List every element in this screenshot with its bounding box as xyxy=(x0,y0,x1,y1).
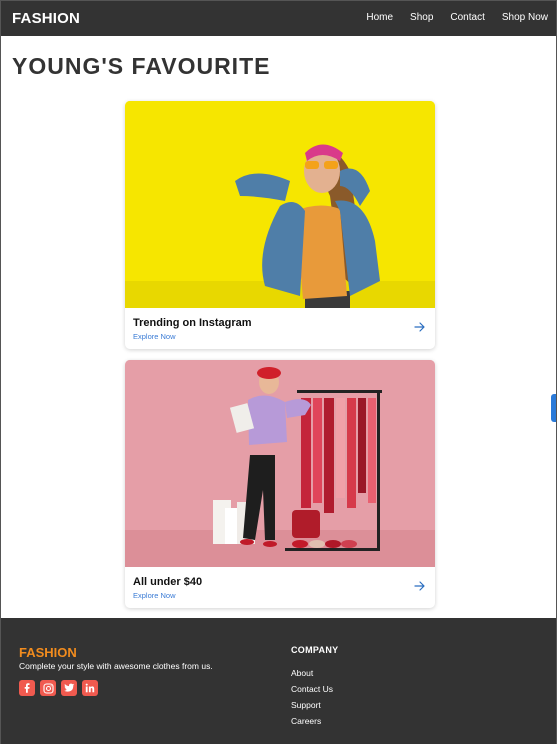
product-card-trending[interactable]: Trending on Instagram Explore Now xyxy=(125,101,435,349)
card-title: All under $40 xyxy=(133,576,203,588)
card-body: All under $40 Explore Now xyxy=(125,567,435,608)
footer-link-contact-us[interactable]: Contact Us xyxy=(291,684,333,700)
nav-contact[interactable]: Contact xyxy=(450,12,484,23)
card-title: Trending on Instagram xyxy=(133,317,252,329)
explore-now-link[interactable]: Explore Now xyxy=(133,332,176,341)
footer-tagline: Complete your style with awesome clothes… xyxy=(19,661,213,671)
explore-now-link[interactable]: Explore Now xyxy=(133,591,176,600)
linkedin-icon[interactable] xyxy=(82,680,98,696)
footer: FASHION Complete your style with awesome… xyxy=(1,618,556,744)
nav-links: Home Shop Contact Shop Now xyxy=(349,12,548,23)
product-card-under-40[interactable]: All under $40 Explore Now xyxy=(125,360,435,608)
nav-shop[interactable]: Shop xyxy=(410,12,433,23)
social-icons xyxy=(19,680,98,696)
instagram-icon[interactable] xyxy=(40,680,56,696)
card-body: Trending on Instagram Explore Now xyxy=(125,308,435,349)
navbar: FASHION Home Shop Contact Shop Now xyxy=(1,1,556,36)
page-title: YOUNG'S FAVOURITE xyxy=(12,53,271,79)
footer-link-careers[interactable]: Careers xyxy=(291,716,333,732)
scroll-indicator[interactable] xyxy=(551,394,556,422)
company-links: About Contact Us Support Careers xyxy=(291,668,333,732)
facebook-icon[interactable] xyxy=(19,680,35,696)
nav-shop-now[interactable]: Shop Now xyxy=(502,12,548,23)
arrow-right-icon[interactable] xyxy=(414,580,426,592)
twitter-icon[interactable] xyxy=(61,680,77,696)
footer-link-support[interactable]: Support xyxy=(291,700,333,716)
card-image-trending xyxy=(125,101,435,308)
company-heading: COMPANY xyxy=(291,645,339,655)
card-image-under-40 xyxy=(125,360,435,567)
brand-logo[interactable]: FASHION xyxy=(12,10,80,27)
nav-home[interactable]: Home xyxy=(366,12,393,23)
arrow-right-icon[interactable] xyxy=(414,321,426,333)
footer-link-about[interactable]: About xyxy=(291,668,333,684)
footer-brand: FASHION xyxy=(19,645,77,660)
